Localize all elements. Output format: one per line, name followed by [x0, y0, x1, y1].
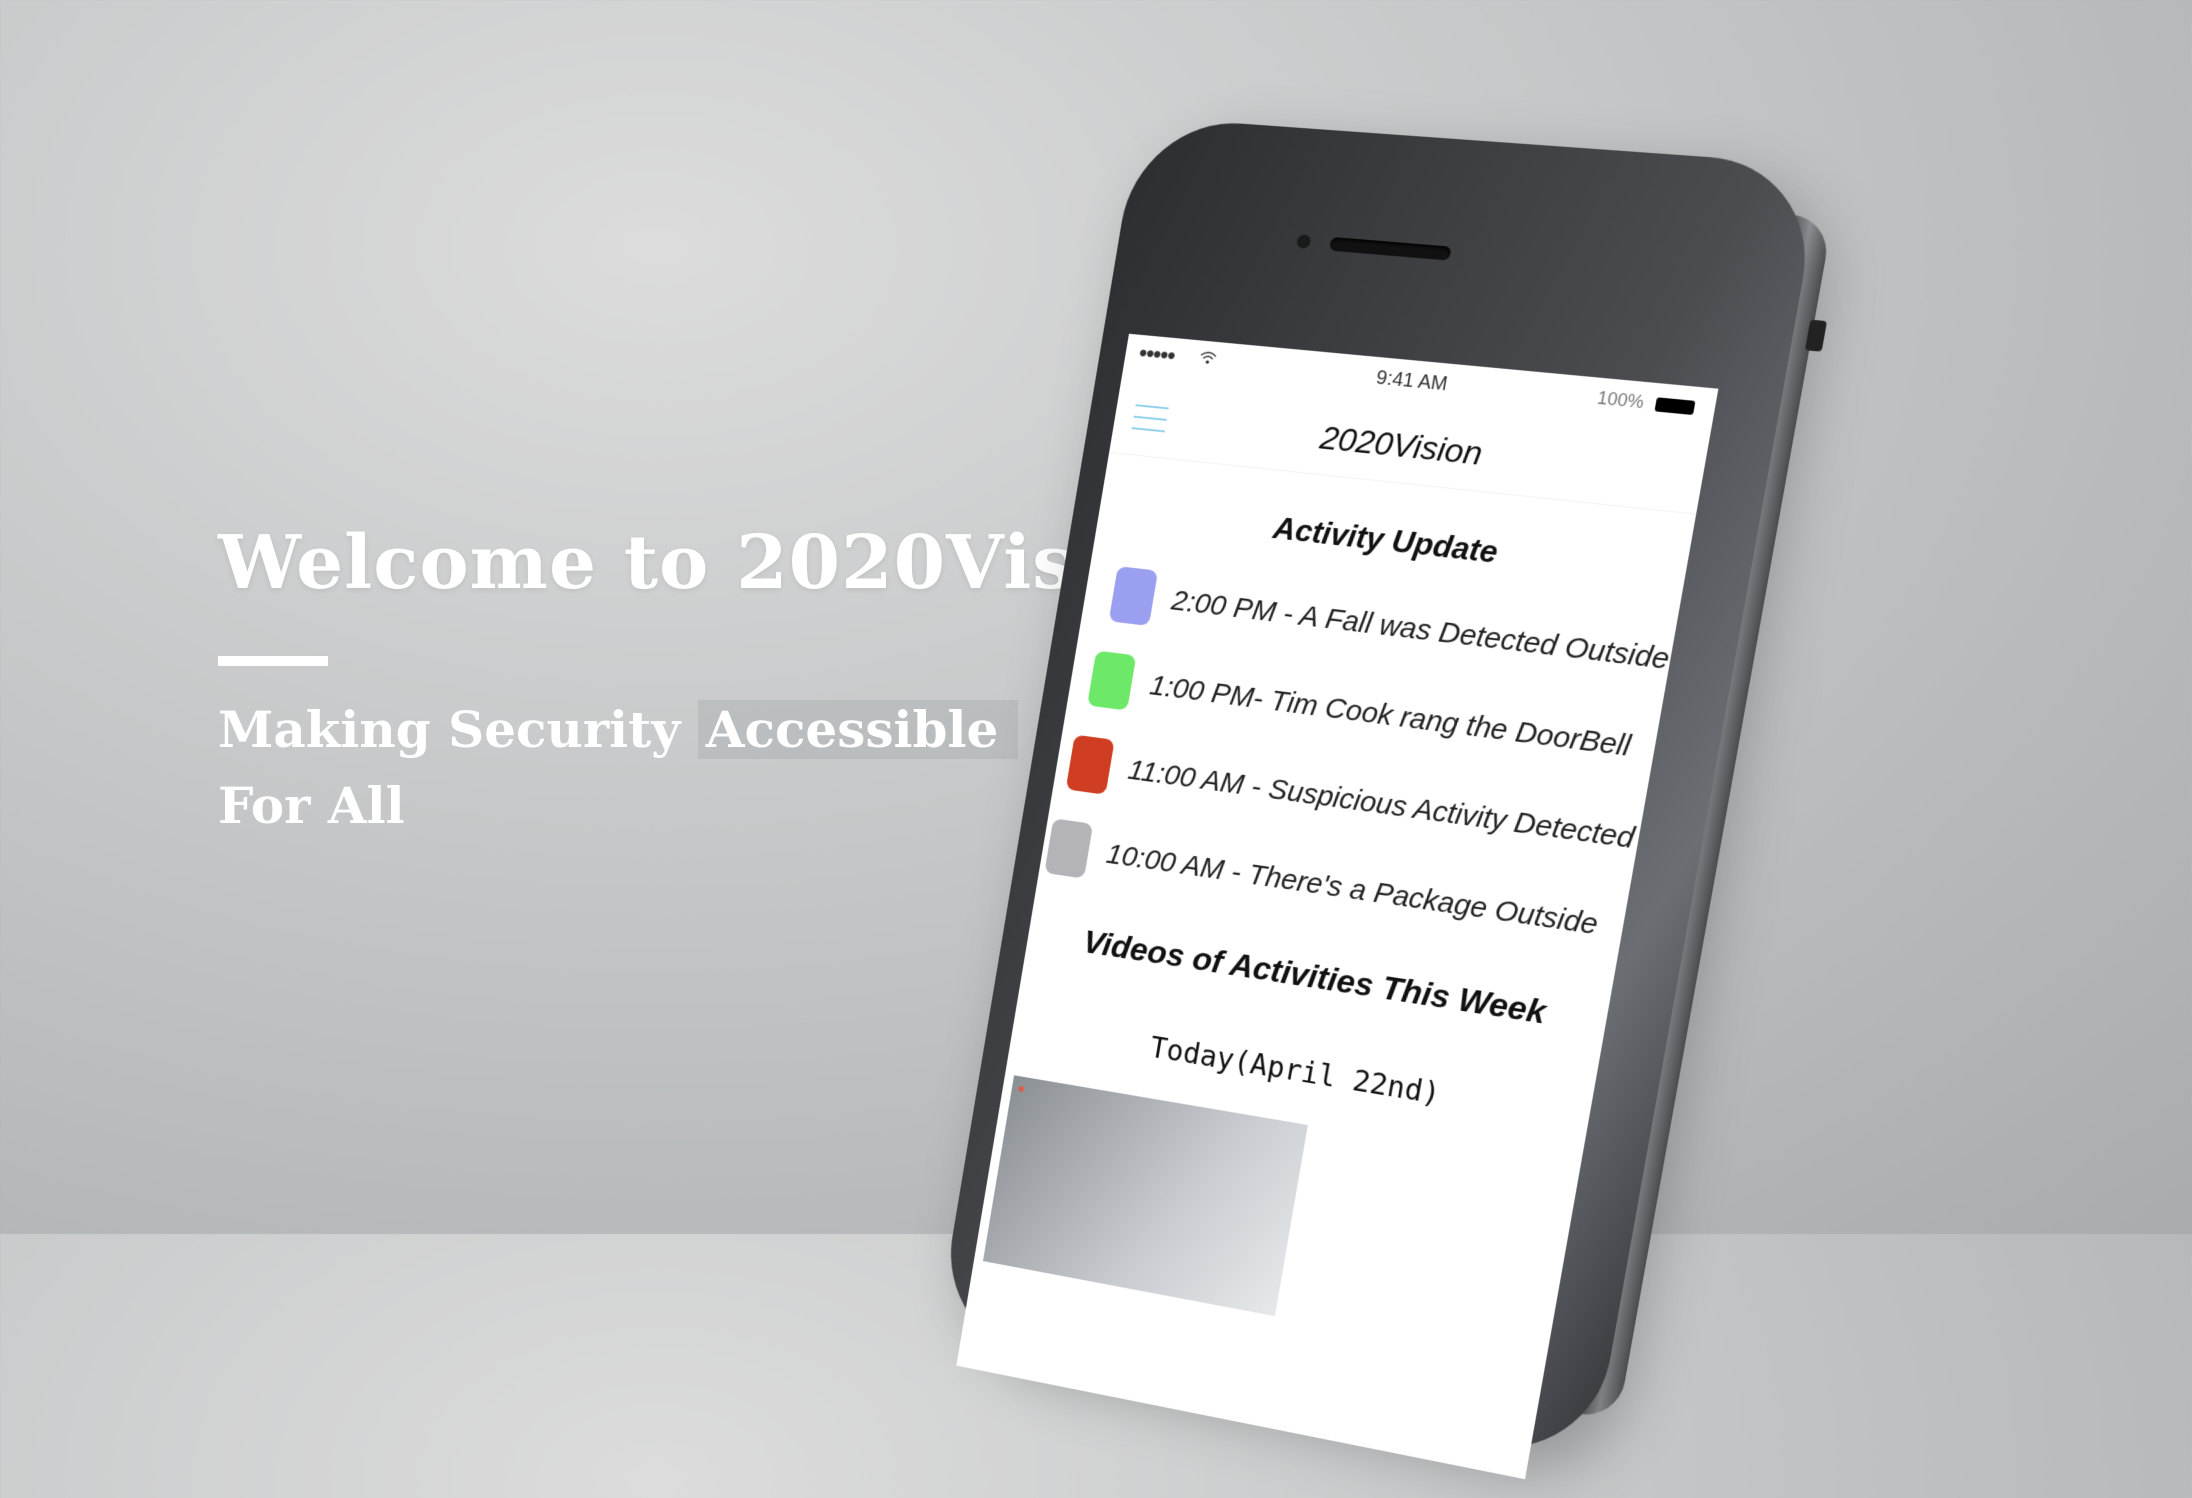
hero-subtitle-line2: For All — [218, 776, 405, 835]
video-thumbnail[interactable]: ● — [982, 1075, 1308, 1317]
battery-percent: 100% — [1595, 387, 1646, 413]
hero-divider — [218, 656, 328, 666]
activity-color-indicator — [1108, 566, 1159, 627]
phone-mockup: ●●●●● 9:41 AM 100% 2020Vision Activity U… — [935, 116, 1833, 1480]
activity-color-indicator — [1065, 734, 1115, 795]
video-thumbnail-tag: ● — [1016, 1079, 1027, 1097]
activity-list: 2:00 PM - A Fall was Detected Outside 1:… — [1036, 548, 1678, 974]
activity-color-indicator — [1044, 818, 1094, 879]
hero-subtitle-part1: Making Security — [218, 700, 681, 759]
activity-color-indicator — [1087, 650, 1137, 711]
hero-subtitle-part2: Accessible — [697, 700, 1019, 759]
